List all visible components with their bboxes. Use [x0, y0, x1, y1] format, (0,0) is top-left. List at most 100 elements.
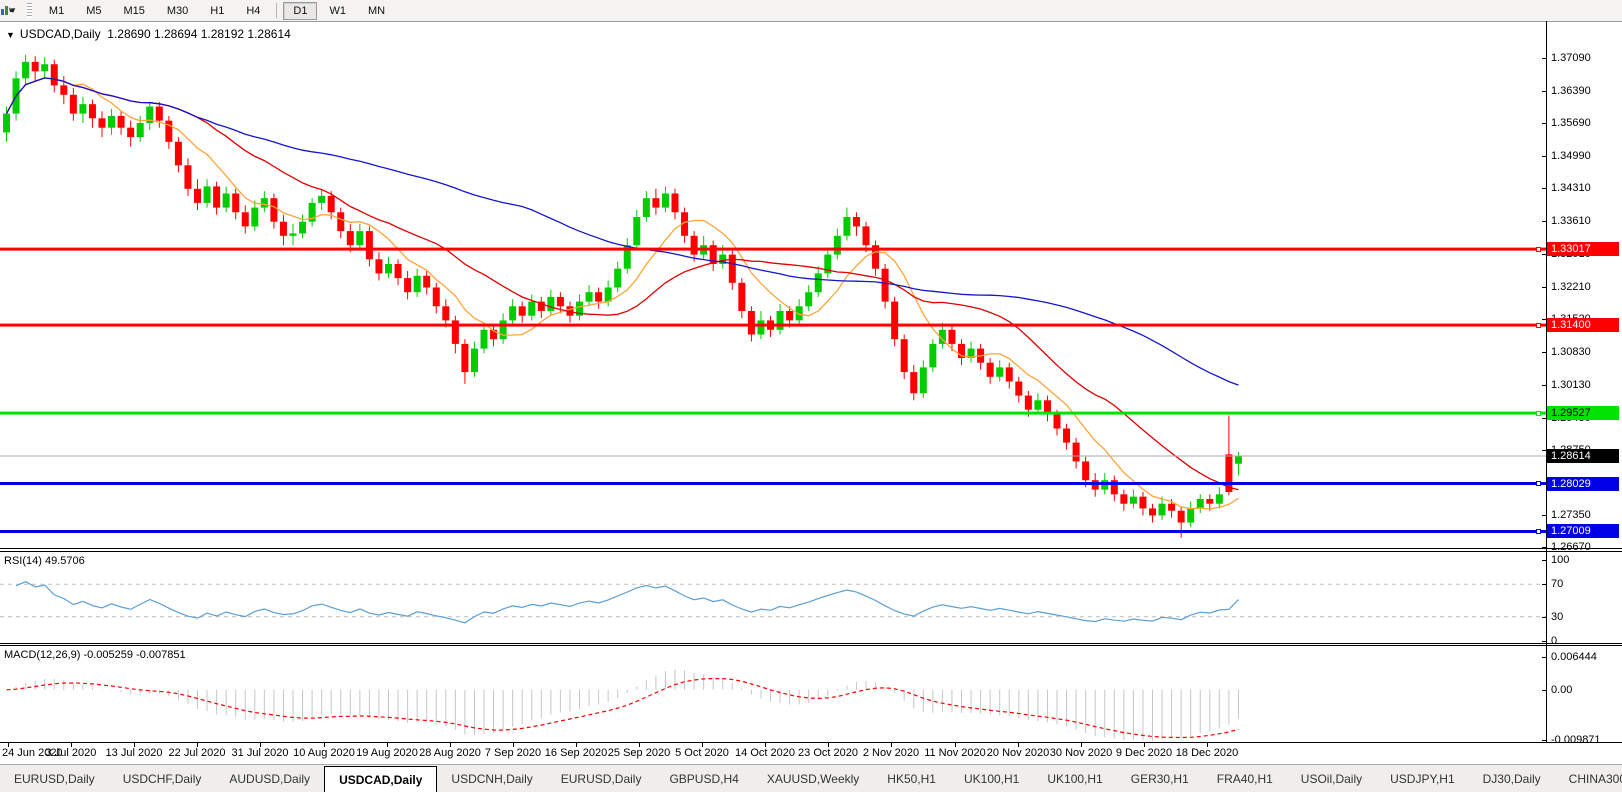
- macd-label: MACD(12,26,9) -0.005259 -0.007851: [4, 649, 186, 661]
- rsi-indicator-canvas[interactable]: [0, 552, 1546, 643]
- price-axis-line: [1546, 21, 1547, 743]
- date-tick-label: 2 Nov 2020: [862, 747, 920, 759]
- price-tick-label: 1.36390: [1551, 85, 1591, 97]
- macd-tick-mark: [1542, 657, 1547, 658]
- rsi-tick-label: 70: [1551, 578, 1564, 590]
- price-tick-mark: [1542, 221, 1547, 222]
- toolbar-separator: [276, 3, 278, 18]
- macd-tick-label: -0.009871: [1551, 734, 1601, 746]
- date-tick-label: 25 Sep 2020: [607, 747, 671, 759]
- chart-tab-usdcnh-daily[interactable]: USDCNH,Daily: [437, 765, 546, 792]
- date-tick-label: 9 Dec 2020: [1115, 747, 1173, 759]
- price-tick-label: 1.30830: [1551, 346, 1591, 358]
- macd-tick-mark: [1542, 690, 1547, 691]
- chart-tab-usdchf-daily[interactable]: USDCHF,Daily: [109, 765, 216, 792]
- macd-tick-label: 0.006444: [1551, 651, 1597, 663]
- level-drag-handle[interactable]: [1536, 411, 1541, 416]
- chart-tab-dj30-daily[interactable]: DJ30,Daily: [1469, 765, 1555, 792]
- date-tick-label: 20 Nov 2020: [986, 747, 1050, 759]
- panel-separator[interactable]: [0, 548, 1622, 549]
- level-price-label: 1.33017: [1547, 242, 1619, 256]
- price-tick-mark: [1542, 156, 1547, 157]
- chart-tab-usoil-daily[interactable]: USOil,Daily: [1287, 765, 1376, 792]
- chart-tab-xauusd-weekly[interactable]: XAUUSD,Weekly: [753, 765, 873, 792]
- symbol-period-label: USDCAD,Daily: [19, 27, 101, 41]
- chart-cursor-icon: [1, 6, 13, 15]
- price-tick-label: 1.26670: [1551, 541, 1591, 553]
- macd-tick-label: 0.00: [1551, 684, 1573, 696]
- title-triangle-icon[interactable]: ▼: [6, 30, 15, 40]
- chart-tab-fra40-h1[interactable]: FRA40,H1: [1203, 765, 1287, 792]
- level-price-label: 1.29527: [1547, 406, 1619, 420]
- price-tick-label: 1.34310: [1551, 182, 1591, 194]
- level-drag-handle[interactable]: [1536, 247, 1541, 252]
- timeframe-button-mn[interactable]: MN: [358, 2, 395, 20]
- date-tick-label: 28 Aug 2020: [419, 747, 481, 759]
- timeframe-button-w1[interactable]: W1: [319, 2, 356, 20]
- macd-indicator-canvas[interactable]: [0, 646, 1546, 742]
- toolbar-drag-handle[interactable]: [26, 3, 32, 18]
- timeframe-buttons: M1 M5 M15 M30 H1 H4 D1 W1 MN: [38, 1, 396, 20]
- timeframe-button-m1[interactable]: M1: [39, 2, 74, 20]
- price-tick-mark: [1542, 188, 1547, 189]
- current-price-label: 1.28614: [1547, 449, 1619, 463]
- price-tick-label: 1.33610: [1551, 215, 1591, 227]
- price-chart-canvas[interactable]: [0, 21, 1546, 548]
- level-drag-handle[interactable]: [1536, 529, 1541, 534]
- date-tick-label: 19 Aug 2020: [356, 747, 418, 759]
- timeframe-button-d1[interactable]: D1: [283, 1, 318, 20]
- macd-tick-mark: [1542, 740, 1547, 741]
- price-tick-label: 1.32210: [1551, 281, 1591, 293]
- level-drag-handle[interactable]: [1536, 481, 1541, 486]
- trading-terminal-window: ▼ M1 M5 M15 M30 H1 H4 D1 W1 MN ▼ USDCAD,Daily 1.2…: [0, 0, 1622, 792]
- chart-tab-uk100-h1[interactable]: UK100,H1: [950, 765, 1033, 792]
- rsi-tick-label: 30: [1551, 611, 1564, 623]
- chart-tab-usdcad-daily[interactable]: USDCAD,Daily: [324, 766, 438, 792]
- date-tick-label: 7 Sep 2020: [484, 747, 542, 759]
- chart-tab-ger30-h1[interactable]: GER30,H1: [1117, 765, 1203, 792]
- timeframe-button-m30[interactable]: M30: [157, 2, 198, 20]
- date-tick-label: 13 Jul 2020: [105, 747, 163, 759]
- price-tick-mark: [1542, 352, 1547, 353]
- panel-separator[interactable]: [0, 645, 1622, 646]
- price-tick-mark: [1542, 385, 1547, 386]
- price-tick-mark: [1542, 91, 1547, 92]
- rsi-tick-mark: [1542, 617, 1547, 618]
- date-tick-label: 10 Aug 2020: [293, 747, 355, 759]
- chart-tab-hk50-h1[interactable]: HK50,H1: [873, 765, 950, 792]
- date-tick-label: 11 Nov 2020: [924, 747, 986, 759]
- date-tick-label: 14 Oct 2020: [735, 747, 795, 759]
- chart-tab-eurusd-daily[interactable]: EURUSD,Daily: [547, 765, 656, 792]
- timeframe-button-h4[interactable]: H4: [236, 2, 270, 20]
- chart-tab-eurusd-daily[interactable]: EURUSD,Daily: [0, 765, 109, 792]
- cursor-tool-button[interactable]: ▼: [1, 6, 17, 15]
- price-tick-label: 1.37090: [1551, 52, 1591, 64]
- chart-tab-uk100-h1[interactable]: UK100,H1: [1033, 765, 1116, 792]
- price-tick-mark: [1542, 123, 1547, 124]
- chart-tab-china300-h1[interactable]: CHINA300,H1: [1555, 765, 1622, 792]
- date-tick-label: 18 Dec 2020: [1175, 747, 1239, 759]
- timeframe-button-h1[interactable]: H1: [200, 2, 234, 20]
- date-tick-label: 22 Jul 2020: [168, 747, 226, 759]
- chart-tab-audusd-daily[interactable]: AUDUSD,Daily: [215, 765, 324, 792]
- timeframe-button-m15[interactable]: M15: [113, 2, 154, 20]
- rsi-tick-mark: [1542, 641, 1547, 642]
- chart-title: ▼ USDCAD,Daily 1.28690 1.28694 1.28192 1.…: [6, 27, 291, 41]
- chart-tab-usdjpy-h1[interactable]: USDJPY,H1: [1376, 765, 1468, 792]
- rsi-label: RSI(14) 49.5706: [4, 555, 85, 567]
- panel-separator[interactable]: [0, 643, 1622, 644]
- timeframe-button-m5[interactable]: M5: [76, 2, 111, 20]
- level-price-label: 1.28029: [1547, 477, 1619, 491]
- price-tick-label: 1.34990: [1551, 150, 1591, 162]
- level-drag-handle[interactable]: [1536, 323, 1541, 328]
- date-tick-label: 5 Oct 2020: [675, 747, 729, 759]
- date-tick-label: 16 Sep 2020: [544, 747, 608, 759]
- date-tick-label: 30 Nov 2020: [1049, 747, 1113, 759]
- chart-tabs-bar: EURUSD,Daily USDCHF,Daily AUDUSD,Daily USDC…: [0, 764, 1622, 792]
- chart-tab-gbpusd-h4[interactable]: GBPUSD,H4: [655, 765, 752, 792]
- price-tick-label: 1.35690: [1551, 117, 1591, 129]
- panel-separator[interactable]: [0, 551, 1622, 552]
- price-tick-label: 1.30130: [1551, 379, 1591, 391]
- price-tick-mark: [1542, 515, 1547, 516]
- panel-separator: [0, 742, 1622, 743]
